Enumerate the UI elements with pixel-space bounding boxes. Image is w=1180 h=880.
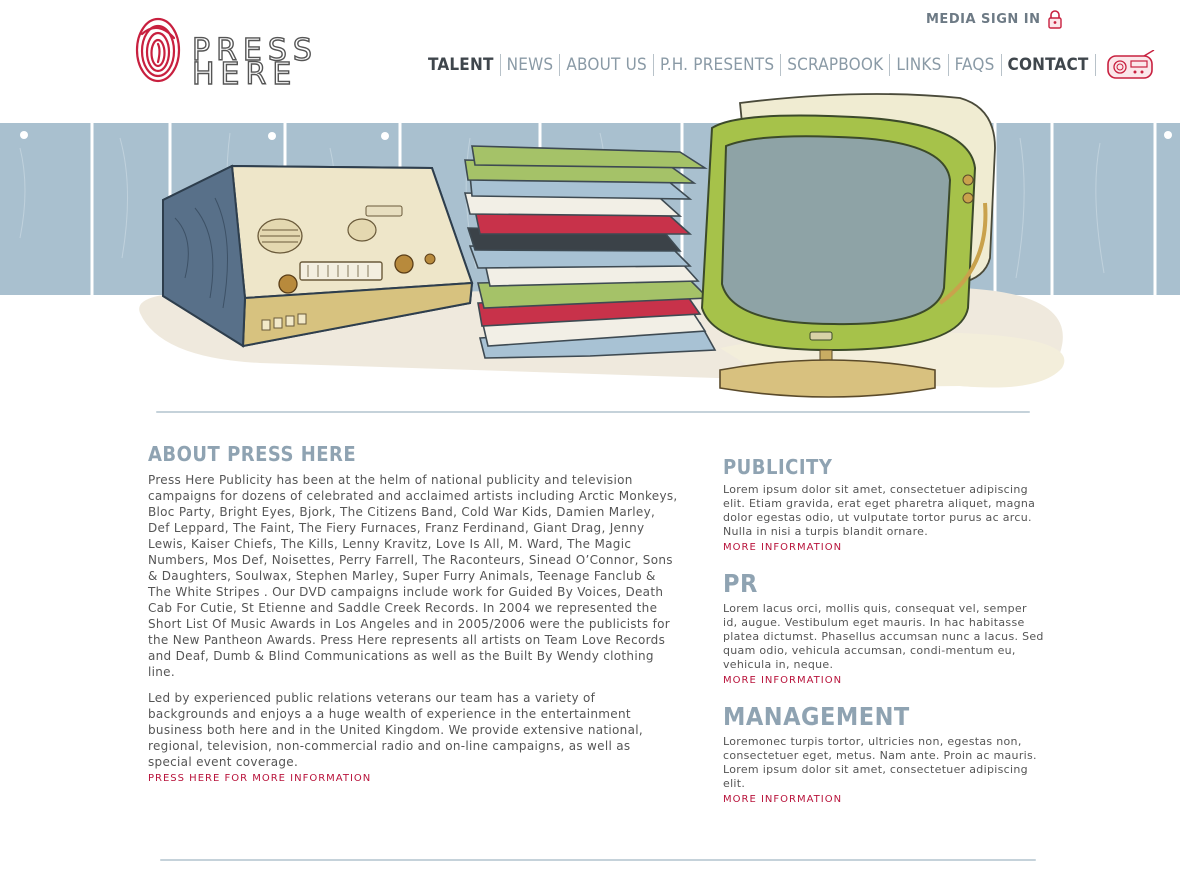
management-block: MANAGEMENT Loremonec turpis tortor, ultr… xyxy=(723,702,1045,807)
nav-ph-presents[interactable]: P.H. PRESENTS xyxy=(660,55,774,75)
management-text: Loremonec turpis tortor, ultricies non, … xyxy=(723,735,1037,790)
about-paragraph-1: Press Here Publicity has been at the hel… xyxy=(148,473,678,679)
about-more-info-link[interactable]: PRESS HERE FOR MORE INFORMATION xyxy=(148,772,678,786)
logo-word-here: HERE xyxy=(191,57,298,92)
management-heading: MANAGEMENT xyxy=(723,702,910,731)
hero-illustration xyxy=(0,88,1180,398)
publicity-heading: PUBLICITY xyxy=(723,455,833,479)
media-sign-in-link[interactable]: MEDIA SIGN IN xyxy=(926,8,1063,30)
footer-divider xyxy=(160,859,1036,861)
publicity-block: PUBLICITY Lorem ipsum dolor sit amet, co… xyxy=(723,455,1045,555)
press-here-logo[interactable]: PRESS HERE xyxy=(134,14,360,90)
nav-divider xyxy=(780,54,782,76)
fingerprint-icon xyxy=(135,17,181,83)
retro-media-illustration xyxy=(0,93,1180,398)
about-paragraph-2: Led by experienced public relations vete… xyxy=(148,691,643,769)
pr-text: Lorem lacus orci, mollis quis, consequat… xyxy=(723,602,1044,671)
publicity-more-info-link[interactable]: MORE INFORMATION xyxy=(723,541,1045,555)
management-more-info-link[interactable]: MORE INFORMATION xyxy=(723,793,1045,807)
nav-scrapbook[interactable]: SCRAPBOOK xyxy=(787,55,883,75)
top-divider xyxy=(156,411,1030,413)
nav-divider xyxy=(889,54,891,76)
about-section: ABOUT PRESS HERE Press Here Publicity ha… xyxy=(148,442,678,786)
pr-more-info-link[interactable]: MORE INFORMATION xyxy=(723,674,1045,688)
services-section: PUBLICITY Lorem ipsum dolor sit amet, co… xyxy=(723,455,1045,821)
nav-talent[interactable]: TALENT xyxy=(428,55,494,75)
nav-faqs[interactable]: FAQs xyxy=(955,55,995,75)
nav-divider xyxy=(1094,54,1096,76)
nav-about-us[interactable]: ABOUT US xyxy=(566,55,647,75)
radio-icon[interactable] xyxy=(1106,50,1156,80)
nav-links[interactable]: LINKS xyxy=(896,55,941,75)
nav-divider xyxy=(559,54,561,76)
nav-divider xyxy=(652,54,654,76)
nav-contact[interactable]: CONTACT xyxy=(1008,55,1089,75)
nav-divider xyxy=(1000,54,1002,76)
pr-block: PR Lorem lacus orci, mollis quis, conseq… xyxy=(723,569,1045,688)
publicity-text: Lorem ipsum dolor sit amet, consectetuer… xyxy=(723,483,1036,538)
nav-divider xyxy=(499,54,501,76)
about-heading: ABOUT PRESS HERE xyxy=(148,442,357,466)
nav-divider xyxy=(947,54,949,76)
main-navigation: TALENT NEWS ABOUT US P.H. PRESENTS SCRAP… xyxy=(428,50,1156,80)
pr-heading: PR xyxy=(723,569,758,598)
padlock-icon xyxy=(1047,10,1062,29)
media-sign-in-label: MEDIA SIGN IN xyxy=(926,11,1041,27)
nav-news[interactable]: NEWS xyxy=(507,55,554,75)
